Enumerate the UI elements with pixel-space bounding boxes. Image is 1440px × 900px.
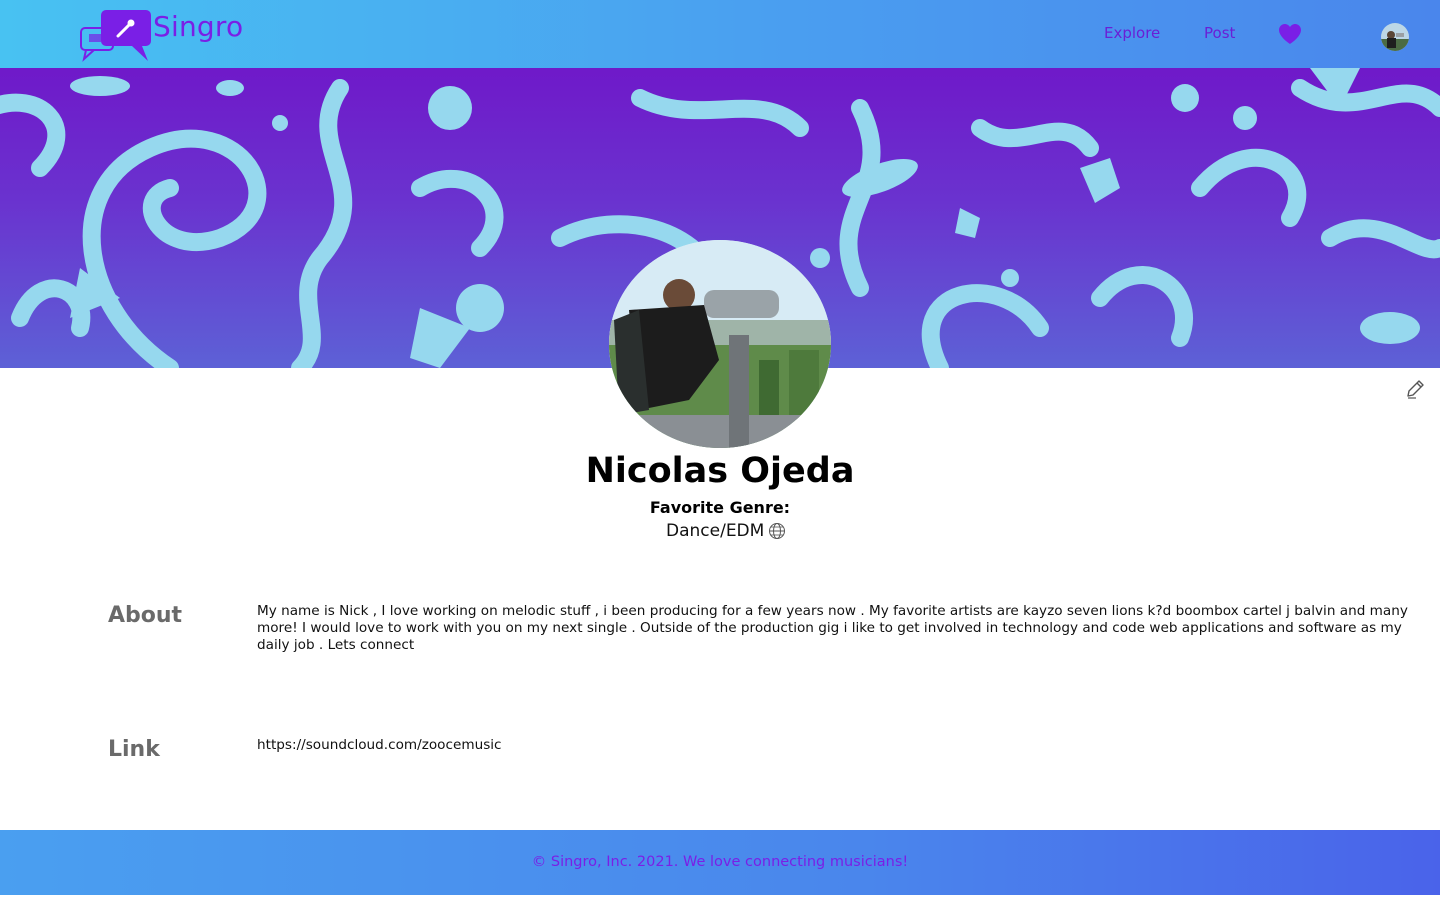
nav-post-link[interactable]: Post — [1204, 24, 1235, 42]
globe-icon — [769, 523, 786, 539]
favorite-genre: Dance/EDM — [666, 521, 786, 541]
nav-explore-link[interactable]: Explore — [1104, 24, 1160, 42]
user-avatar[interactable] — [1381, 23, 1409, 51]
footer: © Singro, Inc. 2021. We love connecting … — [0, 830, 1440, 895]
top-navbar: Singro Explore Post — [0, 0, 1440, 68]
chat-bubble-microphone-logo-icon — [80, 10, 151, 62]
footer-copyright: © Singro, Inc. 2021. We love connecting … — [531, 854, 909, 870]
pencil-icon[interactable] — [1404, 378, 1426, 400]
favorite-genre-value: Dance/EDM — [666, 521, 765, 541]
profile-name: Nicolas Ojeda — [585, 451, 855, 491]
favorite-genre-label: Favorite Genre: — [649, 498, 791, 517]
profile-link[interactable]: https://soundcloud.com/zoocemusic — [257, 737, 502, 753]
link-heading: Link — [108, 737, 160, 762]
heart-icon[interactable] — [1278, 23, 1302, 45]
about-text: My name is Nick , I love working on melo… — [257, 603, 1408, 653]
about-heading: About — [108, 603, 183, 628]
app-name[interactable]: Singro — [153, 10, 243, 43]
profile-photo — [609, 240, 831, 448]
